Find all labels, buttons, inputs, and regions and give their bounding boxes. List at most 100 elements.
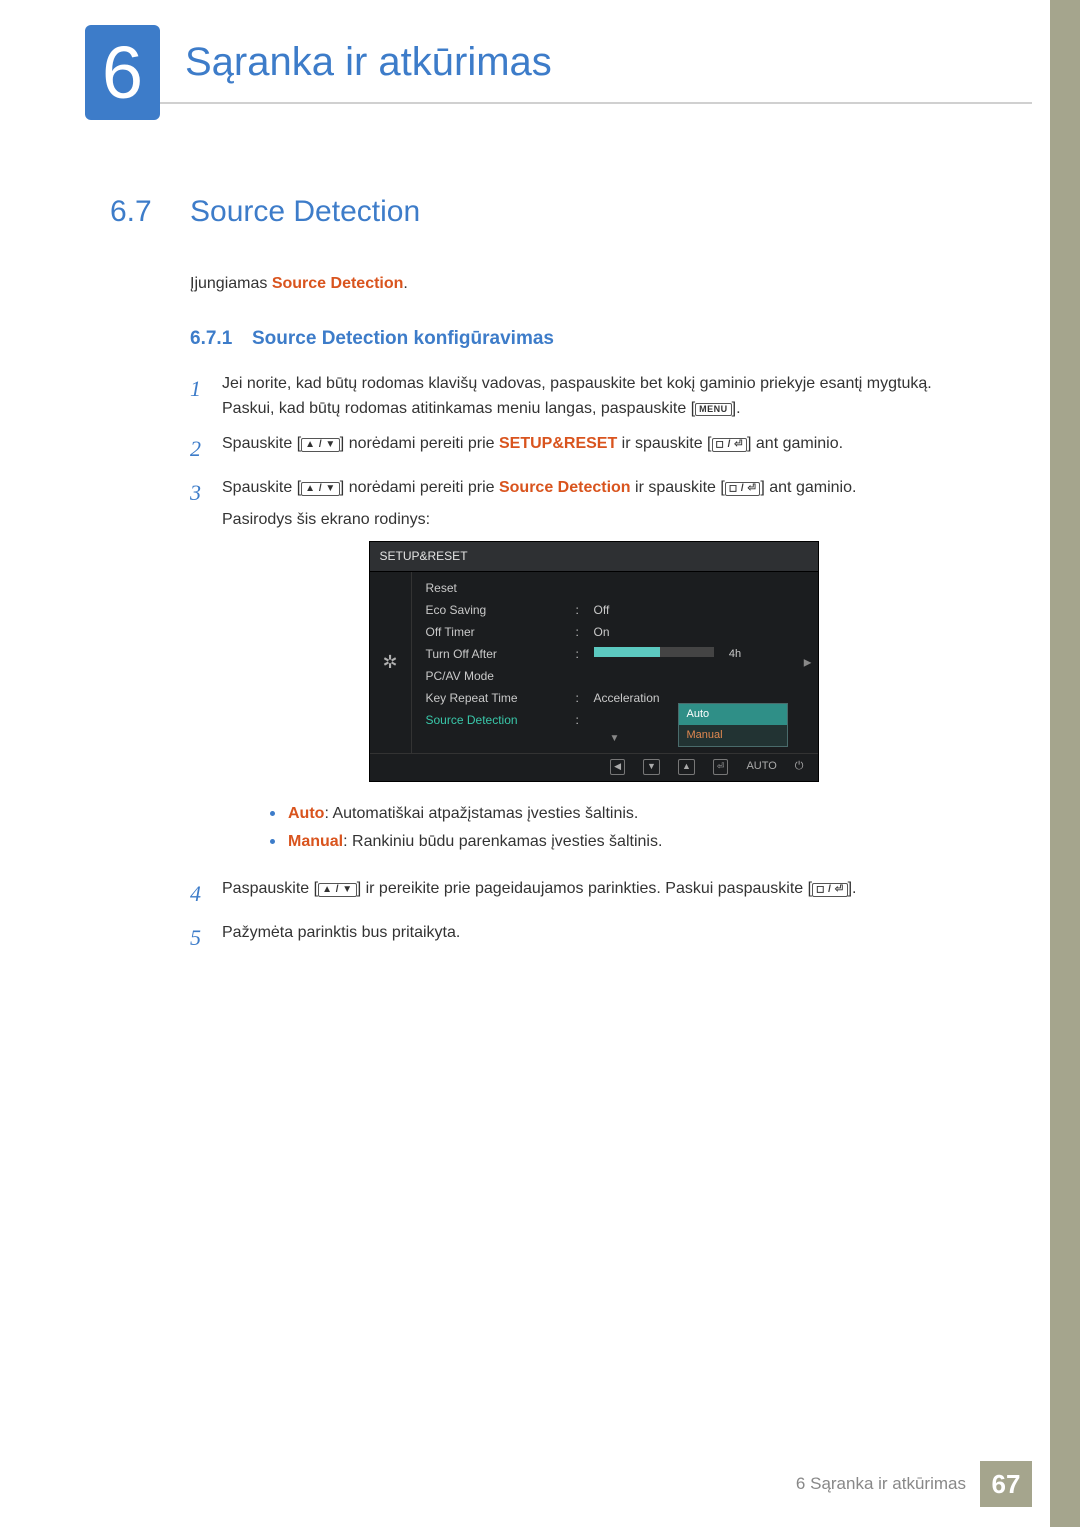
osd-footer: ◀ ▼ ▲ ⏎ AUTO ⏻ [370, 753, 818, 781]
osd-colon: : [576, 601, 594, 620]
enter-icon: ◻ / ⏎ [725, 482, 761, 496]
updown-icon: ▲ / ▼ [301, 482, 340, 496]
osd-row-reset: Reset [412, 577, 818, 599]
intro-highlight: Source Detection [272, 275, 404, 292]
osd-row-eco: Eco Saving : Off [412, 599, 818, 621]
osd-slider [594, 647, 714, 657]
osd-label: Eco Saving [426, 601, 576, 620]
step-body: Jei norite, kad būtų rodomas klavišų vad… [222, 372, 965, 422]
s3tail: Pasirodys šis ekrano rodinys: [222, 508, 965, 533]
step-2: 2 Spauskite [▲ / ▼] norėdami pereiti pri… [190, 432, 965, 466]
s2b: ] norėdami pereiti prie [340, 435, 499, 452]
option-auto: Auto: Automatiškai atpažįstamas įvesties… [270, 800, 965, 827]
step-body: Spauskite [▲ / ▼] norėdami pereiti prie … [222, 476, 965, 867]
page-footer: 6 Sąranka ir atkūrimas 67 [796, 1461, 1032, 1507]
osd-value: Off [594, 601, 808, 620]
osd-foot-auto: AUTO [746, 758, 776, 775]
osd-label: Reset [426, 579, 576, 598]
osd-colon: : [576, 711, 594, 730]
osd-foot-left-icon: ◀ [610, 758, 625, 775]
osd-items: Reset Eco Saving : Off Off Timer : On [412, 572, 818, 754]
side-strip [1050, 0, 1080, 1527]
footer-page-number: 67 [980, 1461, 1032, 1507]
options-list: Auto: Automatiškai atpažįstamas įvesties… [270, 800, 965, 854]
intro-suffix: . [403, 275, 407, 292]
osd-value: On [594, 623, 808, 642]
step1-line2b: ]. [732, 400, 741, 417]
footer-text: 6 Sąranka ir atkūrimas [796, 1474, 966, 1494]
s3b: ] norėdami pereiti prie [340, 479, 499, 496]
step-body: Pažymėta parinktis bus pritaikyta. [222, 921, 965, 946]
step-number: 3 [190, 476, 222, 510]
osd-foot-down-icon: ▼ [643, 758, 660, 775]
osd-colon: : [576, 645, 594, 664]
chevron-right-icon: ▶ [804, 655, 818, 671]
osd-dropdown: Auto Manual [678, 703, 788, 747]
s3c: ir spauskite [ [631, 479, 725, 496]
subsection-heading: 6.7.1 Source Detection konfigūravimas [190, 328, 965, 350]
option-auto-text: : Automatiškai atpažįstamas įvesties šal… [324, 805, 638, 822]
s2a: Spauskite [ [222, 435, 301, 452]
osd-foot-enter-icon: ⏎ [713, 758, 729, 775]
osd-row-turnoff: Turn Off After : 4h [412, 643, 818, 665]
section-number: 6.7 [110, 195, 190, 229]
updown-icon: ▲ / ▼ [301, 438, 340, 452]
step-number: 5 [190, 921, 222, 955]
osd-foot-up-icon: ▲ [678, 758, 695, 775]
osd-value: 4h [594, 644, 808, 663]
osd-label-active: Source Detection [426, 711, 576, 730]
osd-colon: : [576, 623, 594, 642]
osd-foot-power-icon: ⏻ [795, 758, 804, 775]
s4a: Paspauskite [ [222, 880, 318, 897]
s3a: Spauskite [ [222, 479, 301, 496]
osd-dropdown-manual: Manual [679, 725, 787, 746]
step-4: 4 Paspauskite [▲ / ▼] ir pereikite prie … [190, 877, 965, 911]
osd-label: Key Repeat Time [426, 689, 576, 708]
s4c: ]. [848, 880, 857, 897]
osd-label: Off Timer [426, 623, 576, 642]
s2d: ] ant gaminio. [747, 435, 843, 452]
chapter-number-box: 6 [85, 25, 160, 120]
step-number: 2 [190, 432, 222, 466]
osd-label: PC/AV Mode [426, 667, 576, 686]
osd-slider-text: 4h [729, 648, 741, 660]
osd-screenshot: SETUP&RESET ✲ Reset Eco Saving : Off [369, 541, 819, 782]
intro-prefix: Įjungiamas [190, 275, 272, 292]
option-manual-label: Manual [288, 833, 343, 850]
page-header: 6 Sąranka ir atkūrimas [0, 0, 1080, 125]
gear-icon: ✲ [370, 572, 412, 754]
osd-title: SETUP&RESET [370, 542, 818, 572]
s2hl: SETUP&RESET [499, 435, 617, 452]
step-3: 3 Spauskite [▲ / ▼] norėdami pereiti pri… [190, 476, 965, 867]
chapter-title: Sąranka ir atkūrimas [160, 25, 1032, 104]
section-title: Source Detection [190, 195, 420, 229]
step1-line2a: Paskui, kad būtų rodomas atitinkamas men… [222, 400, 695, 417]
intro-text: Įjungiamas Source Detection. [190, 275, 965, 293]
step-body: Paspauskite [▲ / ▼] ir pereikite prie pa… [222, 877, 965, 902]
option-manual: Manual: Rankiniu būdu parenkamas įvestie… [270, 828, 965, 855]
step-1: 1 Jei norite, kad būtų rodomas klavišų v… [190, 372, 965, 422]
osd-body: ✲ Reset Eco Saving : Off Off Tim [370, 572, 818, 754]
option-auto-label: Auto [288, 805, 324, 822]
s3d: ] ant gaminio. [760, 479, 856, 496]
step1-line1: Jei norite, kad būtų rodomas klavišų vad… [222, 375, 932, 392]
osd-label: Turn Off After [426, 645, 576, 664]
step-number: 4 [190, 877, 222, 911]
subsection-number: 6.7.1 [190, 328, 252, 350]
enter-icon: ◻ / ⏎ [812, 883, 848, 897]
subsection-title: Source Detection konfigūravimas [252, 328, 554, 350]
s4b: ] ir pereikite prie pageidaujamos parink… [357, 880, 812, 897]
osd-colon: : [576, 689, 594, 708]
step-number: 1 [190, 372, 222, 406]
osd-row-pcav: PC/AV Mode [412, 665, 818, 687]
enter-icon: ◻ / ⏎ [712, 438, 748, 452]
osd-dropdown-auto: Auto [679, 704, 787, 725]
s3hl: Source Detection [499, 479, 631, 496]
steps-list: 1 Jei norite, kad būtų rodomas klavišų v… [190, 372, 965, 955]
step-body: Spauskite [▲ / ▼] norėdami pereiti prie … [222, 432, 965, 457]
step-5: 5 Pažymėta parinktis bus pritaikyta. [190, 921, 965, 955]
menu-icon: MENU [695, 403, 732, 416]
updown-icon: ▲ / ▼ [318, 883, 357, 897]
s2c: ir spauskite [ [617, 435, 711, 452]
osd-row-offtimer: Off Timer : On [412, 621, 818, 643]
